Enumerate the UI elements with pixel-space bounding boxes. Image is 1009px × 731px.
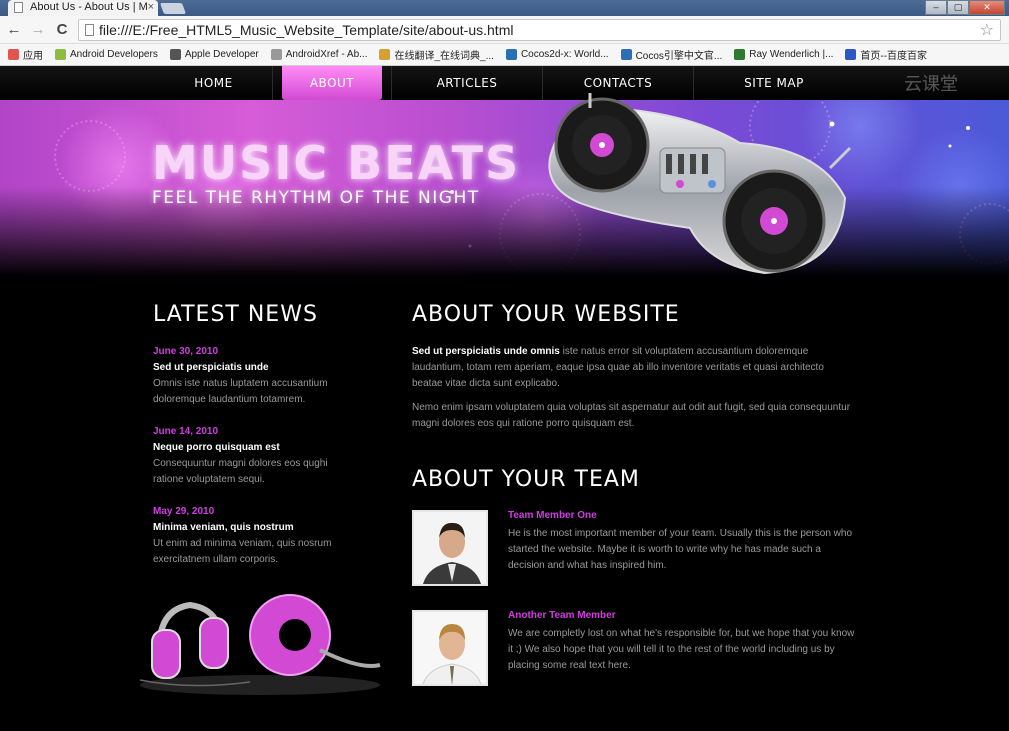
- logo-subtitle: FEEL THE RHYTHM OF THE NIGHT: [152, 188, 480, 208]
- bookmark-icon: [169, 49, 181, 60]
- bookmark-item[interactable]: Cocos2d-x: World...: [505, 49, 609, 60]
- bookmark-item[interactable]: 首页--百度百家: [845, 47, 927, 62]
- news-date: June 14, 2010: [153, 426, 219, 437]
- bookmark-icon: [55, 49, 66, 60]
- bookmark-label: 首页--百度百家: [860, 51, 928, 62]
- team-member-bio: He is the most important member of your …: [508, 528, 853, 571]
- nav-divider: [272, 66, 273, 100]
- close-button[interactable]: ✕: [969, 0, 1005, 15]
- bookmark-item[interactable]: Cocos引擎中文官...: [620, 47, 723, 62]
- bookmark-icon: [620, 49, 632, 60]
- nav-about[interactable]: ABOUT: [282, 66, 382, 100]
- tab-title: About Us - About Us | M: [30, 1, 148, 13]
- news-title[interactable]: Minima veniam, quis nostrum: [153, 520, 353, 536]
- team-member-card: Another Team Member We are completly los…: [412, 610, 857, 690]
- minimize-button[interactable]: –: [925, 0, 947, 15]
- bookmark-item[interactable]: Android Developers: [55, 49, 158, 60]
- news-text: Ut enim ad minima veniam, quis nosrum ex…: [153, 538, 332, 565]
- bookmark-item[interactable]: AndroidXref - Ab...: [270, 49, 368, 60]
- bookmark-item[interactable]: 应用: [8, 47, 43, 62]
- page-icon: [14, 2, 23, 13]
- browser-toolbar: ← → C file:///E:/Free_HTML5_Music_Websit…: [0, 16, 1009, 44]
- team-member-name[interactable]: Team Member One: [508, 510, 597, 521]
- bookmark-item[interactable]: Ray Wenderlich |...: [734, 49, 833, 60]
- news-date: May 29, 2010: [153, 506, 215, 517]
- about-lead-bold: Sed ut perspiciatis unde omnis: [412, 346, 560, 357]
- nav-articles[interactable]: ARTICLES: [392, 66, 542, 100]
- headphones-illustration: [139, 594, 381, 695]
- bookmark-item[interactable]: Apple Developer: [169, 49, 259, 60]
- team-member-photo: [412, 510, 488, 586]
- bookmark-icon: [270, 49, 282, 60]
- bookmarks-bar: 应用 Android Developers Apple Developer Andro…: [0, 44, 1009, 66]
- forward-button[interactable]: →: [28, 20, 48, 40]
- url-text: file:///E:/Free_HTML5_Music_Website_Temp…: [99, 22, 514, 38]
- bookmark-icon: [505, 49, 517, 60]
- back-button[interactable]: ←: [4, 20, 24, 40]
- bookmark-icon: [379, 49, 391, 60]
- about-team-heading: ABOUT YOUR TEAM: [412, 467, 640, 492]
- bookmark-star-icon[interactable]: ☆: [980, 20, 994, 40]
- team-member-bio: We are completly lost on what he's respo…: [508, 628, 855, 671]
- bookmark-item[interactable]: 在线翻译_在线词典_...: [379, 47, 494, 62]
- browser-window: About Us - About Us | M × – ▢ ✕ ← → C fi…: [0, 0, 1009, 731]
- reload-button[interactable]: C: [52, 20, 72, 40]
- window-controls: – ▢ ✕: [925, 0, 1005, 15]
- news-title[interactable]: Sed ut perspiciatis unde: [153, 360, 353, 376]
- bookmark-label: 应用: [23, 51, 43, 62]
- new-tab-button[interactable]: [159, 3, 187, 14]
- news-item: June 14, 2010 Neque porro quisquam est Con…: [153, 424, 353, 488]
- news-text: Consequuntur magni dolores eos qughi rat…: [153, 458, 328, 485]
- title-bar: About Us - About Us | M × – ▢ ✕: [0, 0, 1009, 16]
- about-paragraph-1: Sed ut perspiciatis unde omnis iste natu…: [412, 344, 857, 392]
- news-title[interactable]: Neque porro quisquam est: [153, 440, 353, 456]
- watermark: 云课堂: [904, 74, 958, 94]
- team-member-name[interactable]: Another Team Member: [508, 610, 616, 621]
- maximize-button[interactable]: ▢: [947, 0, 969, 15]
- logo-title: MUSIC BEATS: [152, 136, 521, 190]
- bookmark-label: Ray Wenderlich |...: [749, 49, 834, 60]
- team-member-card: Team Member One He is the most important…: [412, 510, 857, 590]
- news-item: June 30, 2010 Sed ut perspiciatis unde Omn…: [153, 344, 353, 408]
- website: HOME ABOUT ARTICLES CONTACTS SITE MAP 云课…: [0, 66, 1009, 731]
- bookmark-label: Apple Developer: [184, 49, 259, 60]
- about-paragraph-2: Nemo enim ipsam voluptatem quia voluptas…: [412, 402, 851, 429]
- team-member-photo: [412, 610, 488, 686]
- bookmark-label: Android Developers: [70, 49, 158, 60]
- latest-news-heading: LATEST NEWS: [153, 302, 318, 327]
- bookmark-label: 在线翻译_在线词典_...: [394, 51, 494, 62]
- address-bar[interactable]: file:///E:/Free_HTML5_Music_Website_Temp…: [78, 19, 1001, 41]
- bookmark-icon: [845, 49, 857, 60]
- news-date: June 30, 2010: [153, 346, 219, 357]
- page-icon: [85, 24, 94, 36]
- bookmark-label: Cocos2d-x: World...: [520, 49, 609, 60]
- bookmark-label: AndroidXref - Ab...: [285, 49, 368, 60]
- nav-home[interactable]: HOME: [155, 66, 272, 100]
- site-logo[interactable]: MUSIC BEATS FEEL THE RHYTHM OF THE NIGHT: [152, 140, 520, 208]
- turntable-illustration: [548, 93, 852, 275]
- bookmark-icon: [734, 49, 746, 60]
- bookmark-icon: [8, 49, 19, 60]
- tab-close-icon[interactable]: ×: [148, 0, 154, 15]
- about-website-heading: ABOUT YOUR WEBSITE: [412, 302, 680, 327]
- browser-tab[interactable]: About Us - About Us | M ×: [8, 0, 158, 16]
- news-item: May 29, 2010 Minima veniam, quis nostrum U…: [153, 504, 353, 568]
- bookmark-label: Cocos引擎中文官...: [635, 51, 723, 62]
- news-text: Omnis iste natus luptatem accusantium do…: [153, 378, 328, 405]
